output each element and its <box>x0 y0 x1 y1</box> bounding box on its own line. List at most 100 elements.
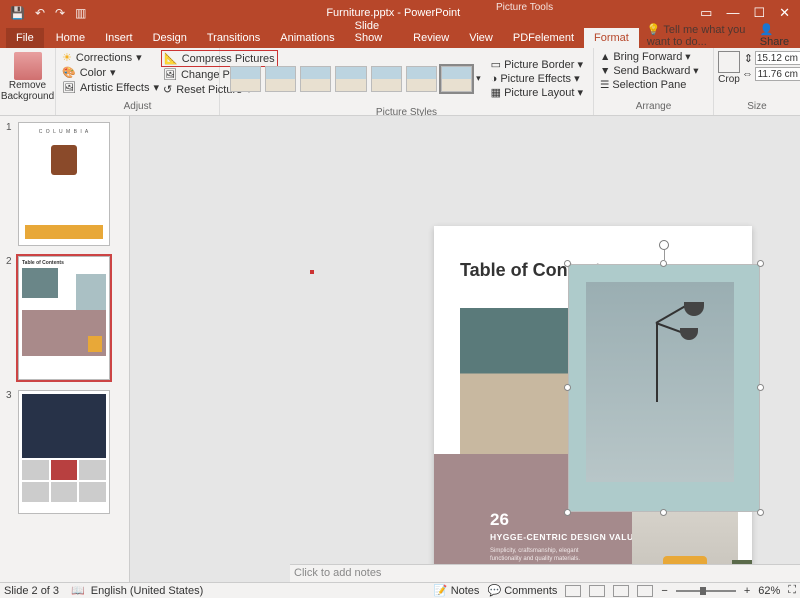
picture-style-4[interactable] <box>335 66 366 92</box>
start-slideshow-icon[interactable]: ▥ <box>75 6 86 20</box>
crop-icon <box>718 51 740 73</box>
bring-forward-button[interactable]: ▲ Bring Forward ▾ <box>598 50 709 64</box>
ribbon-tabs: File Home Insert Design Transitions Anim… <box>0 26 800 48</box>
picture-layout-button[interactable]: ▦ Picture Layout ▾ <box>491 86 583 99</box>
group-remove-background: Remove Background <box>0 48 56 115</box>
rotate-handle[interactable] <box>659 240 669 250</box>
share-button[interactable]: 👤 Share <box>760 23 800 48</box>
selection-pane-button[interactable]: ☰ Selection Pane <box>598 78 709 92</box>
notes-button[interactable]: 📝 Notes <box>434 584 480 597</box>
tab-file[interactable]: File <box>6 28 44 48</box>
resize-handle-br[interactable] <box>757 509 764 516</box>
zoom-level[interactable]: 62% <box>758 585 780 597</box>
styles-more-button[interactable]: ▾ <box>476 73 481 84</box>
body-text-1: Simplicity, craftsmanship, elegant funct… <box>490 548 610 564</box>
picture-style-5[interactable] <box>371 66 402 92</box>
slide-indicator[interactable]: Slide 2 of 3 <box>4 585 59 597</box>
send-backward-label: Send Backward <box>613 65 690 77</box>
slide-canvas[interactable]: Table of Contents 26 HYGGE-CENTRIC DESIG… <box>130 116 800 582</box>
workspace: 1 C O L U M B I A 2 Table of Contents 3 <box>0 116 800 582</box>
artistic-icon: 🖼 <box>62 81 76 94</box>
height-input[interactable] <box>755 51 800 65</box>
adjust-group-label: Adjust <box>60 101 215 113</box>
resize-handle-tr[interactable] <box>757 260 764 267</box>
compress-icon: 📐 <box>164 52 178 65</box>
picture-style-3[interactable] <box>300 66 331 92</box>
thumbnail-1[interactable]: 1 C O L U M B I A <box>6 122 123 246</box>
resize-handle-tl[interactable] <box>564 260 571 267</box>
undo-icon[interactable]: ↶ <box>35 6 45 20</box>
tab-review[interactable]: Review <box>403 28 459 48</box>
tab-design[interactable]: Design <box>143 28 197 48</box>
language-indicator[interactable]: English (United States) <box>91 585 204 597</box>
zoom-slider[interactable] <box>676 590 736 592</box>
picture-border-label: Picture Border <box>504 59 574 71</box>
remove-background-icon <box>14 52 42 80</box>
resize-handle-bm[interactable] <box>660 509 667 516</box>
lamp-picture-inner <box>586 282 734 482</box>
tab-home[interactable]: Home <box>46 28 95 48</box>
tab-pdfelement[interactable]: PDFelement <box>503 28 584 48</box>
artistic-effects-button[interactable]: 🖼Artistic Effects ▾ <box>60 80 161 95</box>
thumb-image-3 <box>18 390 110 514</box>
tab-insert[interactable]: Insert <box>95 28 143 48</box>
close-icon[interactable]: ✕ <box>779 5 790 21</box>
slideshow-view-button[interactable] <box>637 585 653 597</box>
lamp-icon <box>626 292 706 412</box>
maximize-icon[interactable]: ☐ <box>753 5 765 21</box>
bring-forward-label: Bring Forward <box>613 51 682 63</box>
tell-me-search[interactable]: 💡 Tell me what you want to do... <box>639 23 760 48</box>
ribbon-options-icon[interactable]: ▭ <box>700 5 712 21</box>
minimize-icon[interactable]: — <box>726 5 739 21</box>
fit-slide-button[interactable]: ⛶ <box>788 584 796 597</box>
resize-handle-ml[interactable] <box>564 384 571 391</box>
color-icon: 🎨 <box>62 66 76 79</box>
tab-transitions[interactable]: Transitions <box>197 28 270 48</box>
share-label: Share <box>760 36 789 48</box>
notes-label: Notes <box>451 585 480 597</box>
selected-picture[interactable] <box>568 264 760 512</box>
tab-view[interactable]: View <box>459 28 503 48</box>
send-backward-button[interactable]: ▼ Send Backward ▾ <box>598 64 709 78</box>
corrections-button[interactable]: ☀Corrections ▾ <box>60 50 161 65</box>
picture-style-7[interactable] <box>441 66 472 92</box>
slide-thumbnails-pane[interactable]: 1 C O L U M B I A 2 Table of Contents 3 <box>0 116 130 582</box>
zoom-in-button[interactable]: + <box>744 585 750 597</box>
notes-pane[interactable]: Click to add notes <box>290 564 800 582</box>
thumbnail-2[interactable]: 2 Table of Contents <box>6 256 123 380</box>
change-picture-icon: 🖼 <box>163 68 177 81</box>
zoom-out-button[interactable]: − <box>661 585 667 597</box>
size-group-label: Size <box>718 101 796 113</box>
crop-button[interactable]: Crop <box>718 50 740 85</box>
status-bar: Slide 2 of 3 📖 English (United States) 📝… <box>0 582 800 598</box>
resize-handle-tm[interactable] <box>660 260 667 267</box>
thumbnail-3[interactable]: 3 <box>6 390 123 514</box>
normal-view-button[interactable] <box>565 585 581 597</box>
picture-style-2[interactable] <box>265 66 296 92</box>
resize-handle-mr[interactable] <box>757 384 764 391</box>
contextual-tab-label: Picture Tools <box>496 2 553 13</box>
width-input[interactable] <box>755 67 800 81</box>
picture-style-1[interactable] <box>230 66 261 92</box>
ribbon: Remove Background ☀Corrections ▾ 🎨Color … <box>0 48 800 116</box>
picture-border-button[interactable]: ▭ Picture Border ▾ <box>491 58 583 71</box>
comments-label: Comments <box>504 585 557 597</box>
resize-handle-bl[interactable] <box>564 509 571 516</box>
tab-format[interactable]: Format <box>584 28 639 48</box>
color-button[interactable]: 🎨Color ▾ <box>60 65 161 80</box>
reading-view-button[interactable] <box>613 585 629 597</box>
comments-button[interactable]: 💬 Comments <box>487 584 557 597</box>
tab-slideshow[interactable]: Slide Show <box>345 16 403 48</box>
width-icon: ⇔ <box>742 68 753 80</box>
remove-background-button[interactable]: Remove Background <box>1 50 54 102</box>
picture-effects-button[interactable]: ◑ Picture Effects ▾ <box>491 72 583 85</box>
thumb-image-1: C O L U M B I A <box>18 122 110 246</box>
spellcheck-icon[interactable]: 📖 <box>71 584 85 597</box>
sorter-view-button[interactable] <box>589 585 605 597</box>
group-picture-styles: ▾ ▭ Picture Border ▾ ◑ Picture Effects ▾… <box>220 48 594 115</box>
rotate-connector <box>664 250 665 260</box>
picture-style-6[interactable] <box>406 66 437 92</box>
save-icon[interactable]: 💾 <box>10 6 25 20</box>
redo-icon[interactable]: ↷ <box>55 6 65 20</box>
tab-animations[interactable]: Animations <box>270 28 344 48</box>
